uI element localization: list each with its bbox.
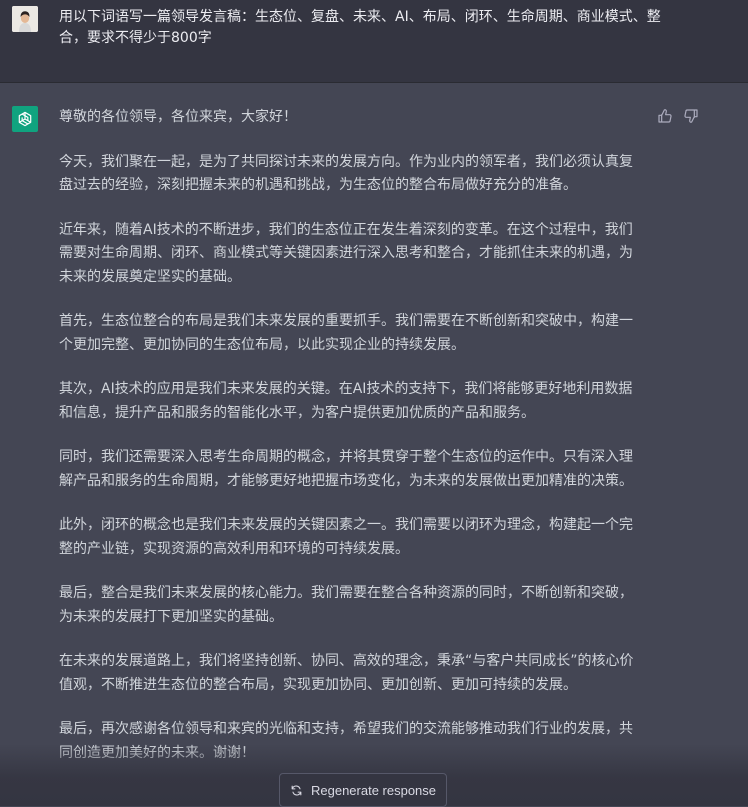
regenerate-response-button[interactable]: Regenerate response <box>279 773 447 807</box>
answer-paragraph: 近年来，随着AI技术的不断进步，我们的生态位正在发生着深刻的变革。在这个过程中，… <box>59 221 633 285</box>
answer-paragraph: 首先，生态位整合的布局是我们未来发展的重要抓手。我们需要在不断创新和突破中，构建… <box>59 313 633 353</box>
assistant-avatar <box>12 106 38 132</box>
openai-logo-icon <box>18 111 32 127</box>
refresh-icon <box>291 784 302 796</box>
answer-paragraph: 最后，再次感谢各位领导和来宾的光临和支持，希望我们的交流能够推动我们行业的发展，… <box>59 721 633 761</box>
user-message-text: 用以下词语写一篇领导发言稿：生态位、复盘、未来、AI、布局、闭环、生命周期、商业… <box>59 9 661 46</box>
thumbs-up-icon <box>658 109 672 123</box>
answer-paragraph: 尊敬的各位领导，各位来宾，大家好！ <box>59 109 297 125</box>
regenerate-label: Regenerate response <box>310 782 437 798</box>
answer-paragraph: 此外，闭环的概念也是我们未来发展的关键因素之一。我们需要以闭环为理念，构建起一个… <box>59 517 633 557</box>
thumbs-down-icon <box>684 109 698 123</box>
thumbs-up-button[interactable] <box>656 107 674 125</box>
answer-paragraph: 今天，我们聚在一起，是为了共同探讨未来的发展方向。作为业内的领军者，我们必须认真… <box>59 153 633 194</box>
thumbs-down-button[interactable] <box>682 107 700 125</box>
user-avatar <box>12 6 38 32</box>
answer-paragraph: 在未来的发展道路上，我们将坚持创新、协同、高效的理念，秉承“与客户共同成长”的核… <box>59 653 634 693</box>
answer-paragraph: 同时，我们还需要深入思考生命周期的概念，并将其贯穿于整个生态位的运作中。只有深入… <box>59 449 633 489</box>
user-avatar-photo <box>12 6 38 32</box>
answer-paragraph: 其次，AI技术的应用是我们未来发展的关键。在AI技术的支持下，我们将能够更好地利… <box>59 381 633 421</box>
user-message-row: 用以下词语写一篇领导发言稿：生态位、复盘、未来、AI、布局、闭环、生命周期、商业… <box>0 0 748 83</box>
answer-paragraph: 最后，整合是我们未来发展的核心能力。我们需要在整合各种资源的同时，不断创新和突破… <box>59 585 633 625</box>
assistant-message-body: 尊敬的各位领导，各位来宾，大家好！ 今天，我们聚在一起，是为了共同探讨未来的发展… <box>59 106 641 786</box>
